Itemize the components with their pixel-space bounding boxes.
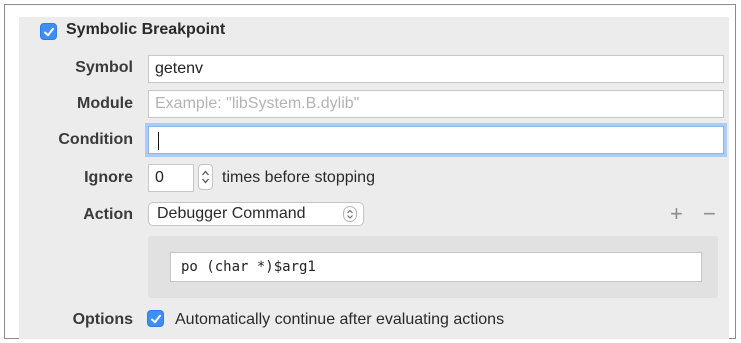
symbol-field[interactable]: getenv — [148, 55, 724, 83]
condition-field[interactable] — [148, 126, 724, 154]
checkmark-icon — [151, 314, 161, 324]
ignore-count-field[interactable]: 0 — [148, 164, 194, 192]
action-label: Action — [83, 206, 133, 223]
symbol-value: getenv — [155, 60, 204, 77]
action-type-popup[interactable]: Debugger Command — [148, 202, 364, 226]
module-placeholder: Example: "libSystem.B.dylib" — [155, 95, 360, 112]
debugger-command-value: po (char *)$arg1 — [181, 259, 316, 275]
debugger-command-field[interactable]: po (char *)$arg1 — [170, 252, 702, 282]
module-label: Module — [77, 95, 133, 112]
ignore-suffix-text: times before stopping — [222, 169, 375, 186]
symbol-label: Symbol — [75, 59, 133, 76]
action-type-value: Debugger Command — [157, 205, 306, 222]
breakpoint-title: Symbolic Breakpoint — [66, 21, 226, 38]
stepper-arrows-icon — [202, 170, 209, 184]
auto-continue-checkbox[interactable] — [147, 310, 164, 327]
auto-continue-label[interactable]: Automatically continue after evaluating … — [175, 311, 504, 329]
checkmark-icon — [44, 27, 54, 37]
add-action-button[interactable]: + — [670, 203, 683, 225]
condition-label: Condition — [58, 131, 133, 148]
ignore-label: Ignore — [84, 169, 133, 186]
options-label: Options — [72, 311, 133, 328]
ignore-count-stepper[interactable] — [198, 164, 213, 190]
popup-arrows-icon — [343, 206, 357, 222]
ignore-count-value: 0 — [155, 169, 164, 186]
text-caret — [158, 132, 159, 150]
remove-action-button[interactable]: − — [703, 203, 716, 225]
breakpoint-enabled-checkbox[interactable] — [40, 23, 57, 40]
module-field[interactable]: Example: "libSystem.B.dylib" — [148, 90, 724, 118]
